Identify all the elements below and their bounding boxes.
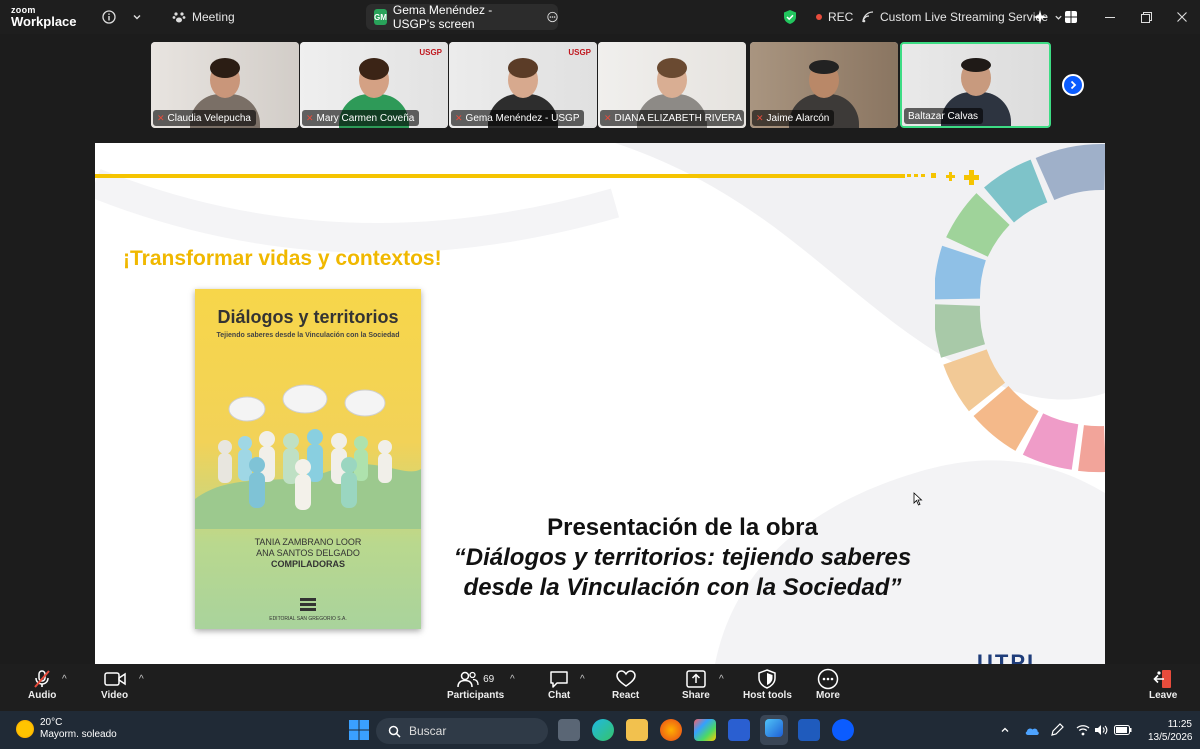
host-tools-button[interactable]: Host tools (743, 668, 792, 701)
share-button[interactable]: Share (682, 668, 710, 701)
usgp-badge: USGP (419, 48, 442, 57)
mouse-cursor-icon (913, 492, 923, 506)
view-layout-icon[interactable] (1064, 0, 1078, 34)
participant-tile[interactable]: ✕ Jaime Alarcón (750, 42, 898, 128)
title-bar: zoom Workplace Meeting GM Gema Menéndez … (0, 0, 1200, 34)
leave-button[interactable]: Leave (1149, 668, 1177, 701)
more-options-icon[interactable] (547, 10, 558, 24)
next-page-button[interactable] (1062, 74, 1084, 96)
book-cover: Diálogos y territorios Tejiendo saberes … (195, 289, 421, 629)
mic-muted-icon: ✕ (756, 112, 764, 123)
sun-icon (16, 720, 34, 738)
restore-icon[interactable] (1128, 0, 1164, 34)
utpl-logo: UTPL (977, 650, 1043, 664)
streaming-icon (862, 11, 874, 23)
share-screen-icon (686, 670, 706, 688)
mic-muted-icon: ✕ (455, 112, 463, 123)
shield-icon (758, 669, 777, 689)
more-dots-icon (817, 668, 839, 690)
mic-muted-icon: ✕ (604, 112, 612, 123)
onedrive-icon[interactable] (1024, 711, 1040, 749)
mic-muted-icon: ✕ (157, 112, 165, 123)
usgp-badge: USGP (568, 48, 591, 57)
book-authors: TANIA ZAMBRANO LOOR ANA SANTOS DELGADO (254, 537, 362, 558)
minimize-icon[interactable] (1092, 0, 1128, 34)
share-options-caret[interactable]: ^ (719, 674, 724, 685)
mic-muted-icon: ✕ (306, 112, 314, 123)
close-icon[interactable] (1164, 0, 1200, 34)
book-illustration (195, 384, 421, 529)
audio-button[interactable]: Audio (28, 668, 56, 701)
zoom-whiteboard-icon[interactable] (760, 715, 788, 745)
mic-muted-icon (34, 670, 50, 688)
chat-bubble-icon (550, 671, 568, 688)
zoom-logo: zoom Workplace (11, 5, 77, 29)
sharer-avatar: GM (374, 9, 387, 25)
react-button[interactable]: React (612, 668, 639, 701)
volume-icon[interactable] (1094, 711, 1108, 749)
book-role: COMPILADORAS (271, 559, 345, 569)
leave-door-icon (1153, 670, 1172, 688)
rec-dot-icon (816, 14, 822, 20)
participant-tile[interactable]: ✕ Claudia Velepucha (151, 42, 299, 128)
paw-icon (172, 12, 186, 23)
file-explorer-icon[interactable] (626, 719, 648, 741)
publisher-logo-icon (300, 598, 316, 611)
chat-button[interactable]: Chat (548, 668, 570, 701)
edge-browser-icon[interactable] (592, 719, 614, 741)
chevron-down-icon (1055, 15, 1062, 20)
yellow-divider (95, 174, 905, 178)
book-subtitle: Tejiendo saberes desde la Vinculación co… (216, 332, 400, 339)
participants-button[interactable]: 69 Participants (447, 668, 504, 701)
system-clock[interactable]: 11:25 13/5/2026 (1148, 718, 1193, 744)
shared-slide: ¡Transformar vidas y contextos! Diálogos… (95, 143, 1105, 664)
participants-options-caret[interactable]: ^ (510, 674, 515, 685)
taskbar-search[interactable]: Buscar (376, 718, 548, 744)
participant-tile[interactable]: USGP ✕ Mary Carmen Coveña (300, 42, 448, 128)
video-camera-icon (103, 672, 126, 686)
security-shield-icon[interactable] (783, 0, 797, 34)
shared-screen-area: ¡Transformar vidas y contextos! Diálogos… (0, 134, 1200, 664)
participants-icon (457, 671, 479, 688)
participant-strip: ✕ Claudia Velepucha USGP ✕ Mary Carmen Cov… (0, 34, 1200, 134)
battery-icon[interactable] (1114, 711, 1132, 749)
chevron-right-icon (1070, 80, 1077, 90)
book-publisher: EDITORIAL SAN GREGORIO S.A. (269, 616, 347, 622)
recording-indicator[interactable]: REC (816, 0, 853, 34)
search-icon (388, 725, 401, 738)
meeting-tab[interactable]: Meeting (172, 0, 235, 34)
participant-tile[interactable]: ✕DIANA ELIZABETH RIVERA R... (598, 42, 746, 128)
windows-start-icon[interactable] (348, 719, 370, 741)
microsoft-store-icon[interactable] (694, 719, 716, 741)
heart-icon (615, 670, 636, 687)
slide-tagline: ¡Transformar vidas y contextos! (123, 247, 442, 270)
participant-count: 69 (483, 673, 495, 685)
ai-companion-icon[interactable] (1032, 0, 1048, 34)
participant-tile-active-speaker[interactable]: Baltazar Calvas (900, 42, 1051, 128)
firefox-icon[interactable] (660, 719, 682, 741)
screen-share-indicator[interactable]: GM Gema Menéndez - USGP's screen (366, 3, 558, 31)
chevron-down-icon[interactable] (132, 0, 142, 34)
weather-widget[interactable]: 20°C Mayorm. soleado (16, 717, 117, 741)
presentation-title: Presentación de la obra “Diálogos y terr… (453, 514, 912, 601)
pen-icon[interactable] (1050, 711, 1064, 749)
windows-taskbar: 20°C Mayorm. soleado Buscar 11:25 13/5/2… (0, 711, 1200, 749)
meeting-info-icon[interactable] (102, 0, 116, 34)
more-button[interactable]: More (816, 668, 840, 701)
task-view-icon[interactable] (558, 719, 580, 741)
show-hidden-icons[interactable] (1000, 711, 1010, 749)
audio-options-caret[interactable]: ^ (62, 674, 67, 685)
video-button[interactable]: Video (101, 668, 128, 701)
calendar-app-icon[interactable] (728, 719, 750, 741)
share-label: Gema Menéndez - USGP's screen (392, 3, 493, 31)
book-title: Diálogos y territorios (217, 307, 399, 327)
video-options-caret[interactable]: ^ (139, 674, 144, 685)
sdg-color-wheel (935, 143, 1105, 473)
word-icon[interactable] (798, 719, 820, 741)
participant-tile[interactable]: USGP ✕ Gema Menéndez - USGP (449, 42, 597, 128)
chat-options-caret[interactable]: ^ (580, 674, 585, 685)
wifi-icon[interactable] (1076, 711, 1090, 749)
zoom-app-icon[interactable] (832, 719, 854, 741)
meeting-controls: Audio ^ Video ^ 69 Participants ^ Chat ^… (0, 664, 1200, 711)
